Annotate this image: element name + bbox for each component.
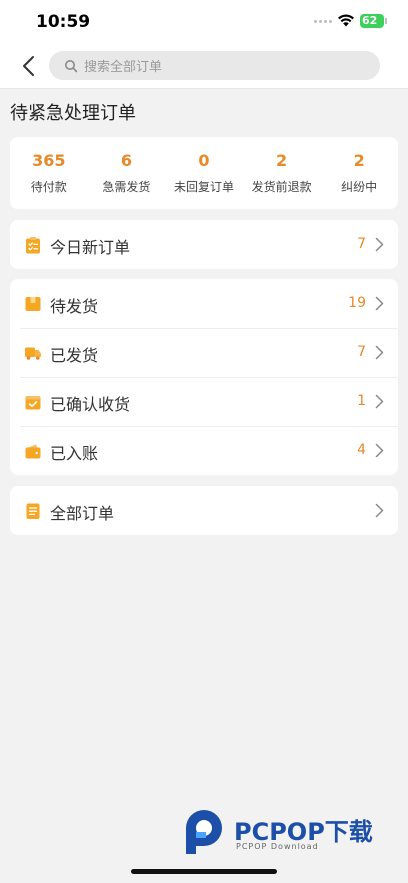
row-label: 已确认收货 xyxy=(50,395,131,414)
today-new-orders-row[interactable]: 今日新订单 7 xyxy=(10,220,398,269)
chevron-right-icon xyxy=(375,503,384,518)
urgent-stats-card: 365 待付款 6 急需发货 0 未回复订单 2 发货前退款 2 纠纷中 xyxy=(10,137,398,209)
chevron-right-icon xyxy=(375,296,384,311)
today-orders-card: 今日新订单 7 xyxy=(10,220,398,269)
row-count: 7 xyxy=(357,236,366,252)
shipped-row[interactable]: 已发货 7 xyxy=(10,328,398,377)
all-orders-row[interactable]: 全部订单 xyxy=(10,486,398,535)
row-count: 7 xyxy=(357,344,366,360)
stat-label: 纠纷中 xyxy=(341,180,378,194)
stat-value: 6 xyxy=(120,151,132,170)
watermark-subtitle: PCPOP Download xyxy=(236,842,319,851)
stat-value: 0 xyxy=(198,151,210,170)
stat-urgent-shipping[interactable]: 6 急需发货 xyxy=(88,137,166,209)
package-icon xyxy=(25,297,41,311)
truck-icon xyxy=(25,347,41,360)
pcpop-logo-icon xyxy=(186,810,222,854)
document-icon xyxy=(26,503,40,519)
row-count: 4 xyxy=(357,442,366,458)
settled-row[interactable]: 已入账 4 xyxy=(10,426,398,475)
wifi-icon xyxy=(338,14,354,27)
pending-shipment-row[interactable]: 待发货 19 xyxy=(10,279,398,328)
row-count: 19 xyxy=(348,295,366,311)
row-label: 已发货 xyxy=(50,346,99,365)
stat-refund-before-shipping[interactable]: 2 发货前退款 xyxy=(243,137,321,209)
stat-value: 2 xyxy=(353,151,365,170)
wallet-icon xyxy=(25,444,41,459)
stat-label: 未回复订单 xyxy=(173,180,234,194)
row-label: 全部订单 xyxy=(50,504,115,523)
all-orders-card: 全部订单 xyxy=(10,486,398,535)
battery-icon: 62 xyxy=(360,14,384,28)
chevron-right-icon xyxy=(375,345,384,360)
check-box-icon xyxy=(25,396,41,410)
stat-value: 2 xyxy=(276,151,288,170)
stat-label: 待付款 xyxy=(30,180,67,194)
search-input[interactable]: 搜索全部订单 xyxy=(49,51,380,80)
clock: 10:59 xyxy=(36,12,91,32)
status-bar: 10:59 62 xyxy=(0,0,408,44)
clipboard-list-icon xyxy=(26,237,40,254)
stat-label: 发货前退款 xyxy=(251,180,312,194)
home-indicator xyxy=(131,869,277,874)
order-status-card: 待发货 19 已发货 7 已确认收货 1 已入账 4 xyxy=(10,279,398,475)
stat-value: 365 xyxy=(32,151,66,170)
back-arrow-icon[interactable] xyxy=(16,52,44,80)
nav-bar: 搜索全部订单 xyxy=(0,44,408,89)
received-confirmed-row[interactable]: 已确认收货 1 xyxy=(10,377,398,426)
row-label: 待发货 xyxy=(50,297,99,316)
row-count: 1 xyxy=(357,393,366,409)
stat-label: 急需发货 xyxy=(102,180,151,194)
search-placeholder: 搜索全部订单 xyxy=(84,60,163,75)
battery-tip xyxy=(385,18,387,24)
row-label: 已入账 xyxy=(50,444,99,463)
row-label: 今日新订单 xyxy=(50,238,131,257)
page-title: 待紧急处理订单 xyxy=(10,103,136,124)
stat-disputes[interactable]: 2 纠纷中 xyxy=(320,137,398,209)
cellular-signal-icon xyxy=(314,20,332,23)
search-icon xyxy=(65,59,78,72)
stat-unreplied[interactable]: 0 未回复订单 xyxy=(165,137,243,209)
chevron-right-icon xyxy=(375,237,384,252)
chevron-right-icon xyxy=(375,394,384,409)
watermark: PCPOP下载 PCPOP Download xyxy=(182,806,392,858)
chevron-right-icon xyxy=(375,443,384,458)
stat-pending-payment[interactable]: 365 待付款 xyxy=(10,137,88,209)
